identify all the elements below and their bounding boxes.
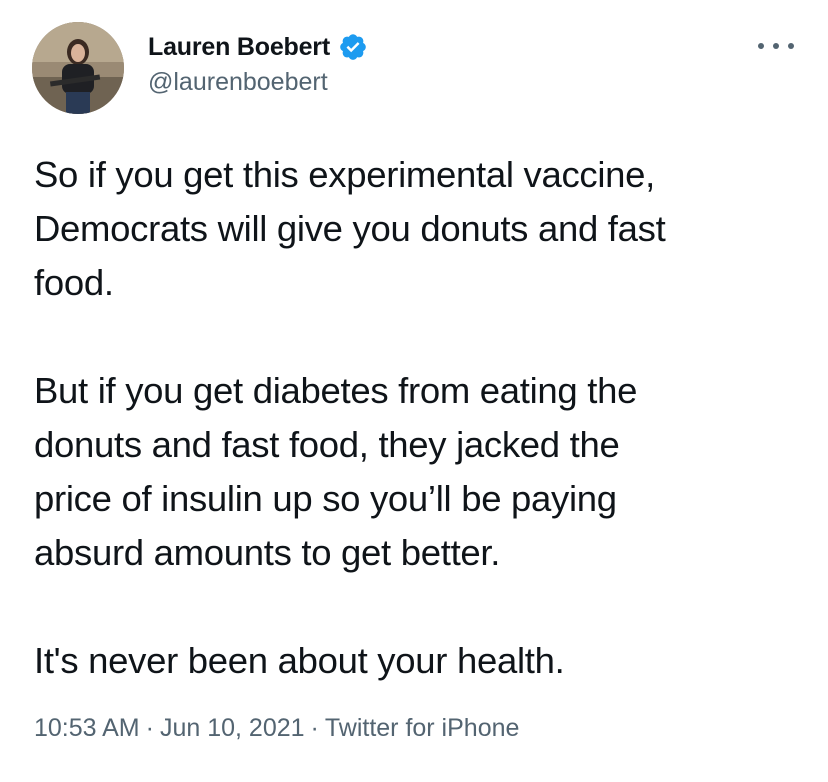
profile-photo: [32, 22, 124, 114]
meta-separator: ·: [310, 714, 319, 742]
text-line: food.: [34, 262, 114, 303]
name-row: Lauren Boebert: [148, 30, 368, 64]
user-handle[interactable]: @laurenboebert: [148, 68, 368, 97]
tweet-time[interactable]: 10:53 AM: [34, 714, 140, 742]
dot: [788, 43, 794, 49]
tweet-source[interactable]: Twitter for iPhone: [325, 714, 520, 742]
text-line: Democrats will give you donuts and fast: [34, 208, 666, 249]
tweet-text: So if you get this experimental vaccine,…: [34, 148, 804, 688]
avatar[interactable]: [32, 22, 124, 114]
verified-badge-icon: [338, 32, 368, 62]
text-line: absurd amounts to get better.: [34, 532, 501, 573]
more-horizontal-icon[interactable]: [758, 36, 794, 56]
display-name[interactable]: Lauren Boebert: [148, 33, 330, 62]
dot: [773, 43, 779, 49]
text-line: So if you get this experimental vaccine,: [34, 154, 655, 195]
text-line: donuts and fast food, they jacked the: [34, 424, 620, 465]
text-line: price of insulin up so you’ll be paying: [34, 478, 617, 519]
tweet-date[interactable]: Jun 10, 2021: [160, 714, 305, 742]
text-line: But if you get diabetes from eating the: [34, 370, 638, 411]
tweet-meta: 10:53 AM · Jun 10, 2021 · Twitter for iPhone: [34, 714, 519, 743]
text-line: It's never been about your health.: [34, 640, 565, 681]
dot: [758, 43, 764, 49]
tweet-header: Lauren Boebert @laurenboebert: [148, 30, 368, 97]
meta-separator: ·: [145, 714, 154, 742]
tweet-card: Lauren Boebert @laurenboebert So if you …: [0, 0, 828, 782]
